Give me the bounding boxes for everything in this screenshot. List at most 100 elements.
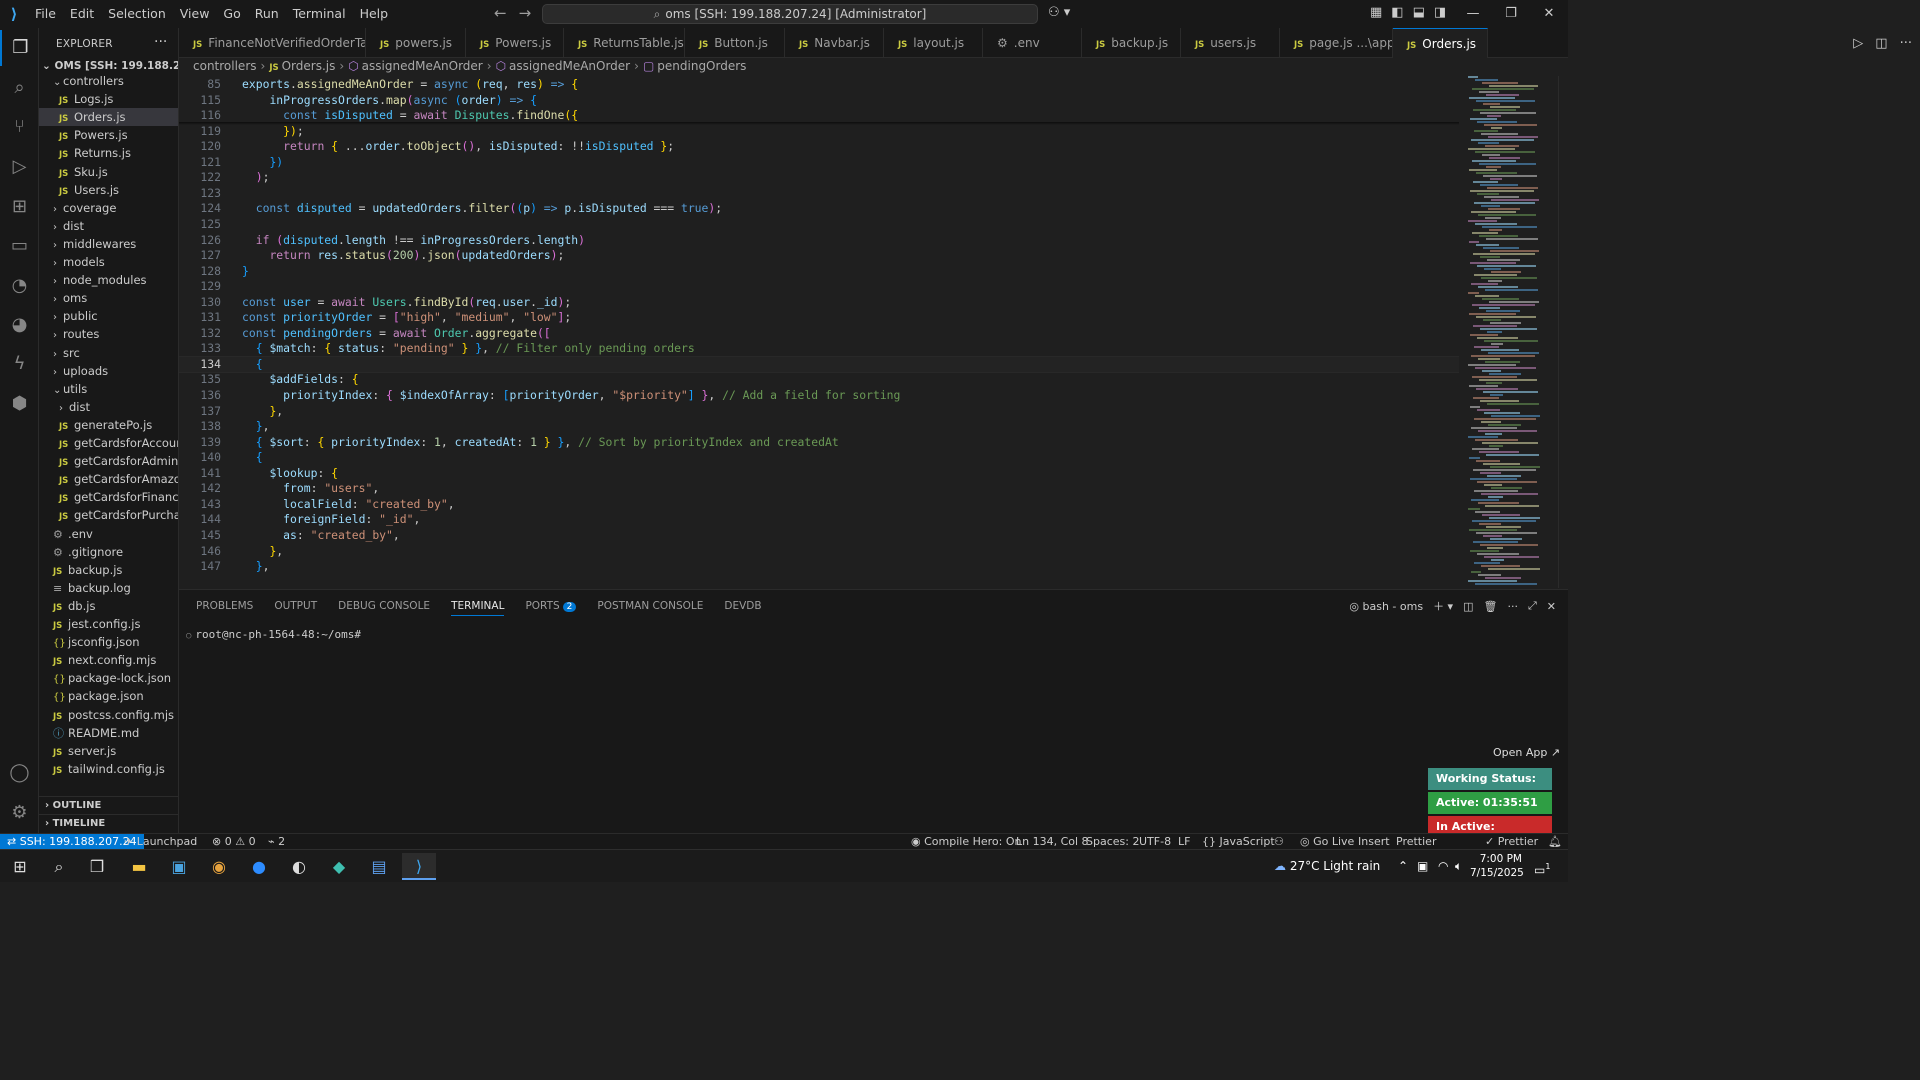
tree-file[interactable]: JS getCardsforAmazon.js bbox=[39, 470, 178, 488]
zoom-icon[interactable]: ● bbox=[242, 853, 276, 880]
code-line[interactable]: 129 bbox=[179, 279, 1459, 295]
tree-file[interactable]: JS getCardsforPurchasi... bbox=[39, 506, 178, 524]
code-line[interactable]: 119 }); bbox=[179, 124, 1459, 140]
language-mode[interactable]: {} JavaScript bbox=[1202, 834, 1275, 850]
code-line[interactable]: 125 bbox=[179, 217, 1459, 233]
menu-run[interactable]: Run bbox=[248, 0, 286, 28]
breadcrumb-segment[interactable]: ⬡ assignedMeAnOrder bbox=[496, 59, 631, 73]
panel-tab-ports[interactable]: PORTS 2 bbox=[525, 600, 577, 616]
outline-section[interactable]: › OUTLINE bbox=[39, 796, 178, 814]
remote-explorer-icon[interactable]: ▭ bbox=[0, 228, 39, 264]
prettier-status[interactable]: Prettier bbox=[1396, 834, 1436, 850]
tree-file[interactable]: JS Sku.js bbox=[39, 163, 178, 181]
toggle-panel-icon[interactable]: ⬓ bbox=[1413, 5, 1425, 20]
code-line[interactable]: 85 exports.assignedMeAnOrder = async (req… bbox=[179, 77, 1459, 93]
tree-file[interactable]: JS tailwind.config.js bbox=[39, 760, 178, 778]
code-line[interactable]: 120 return { ...order.toObject(), isDisp… bbox=[179, 139, 1459, 155]
toggle-sidebar-icon[interactable]: ◧ bbox=[1391, 5, 1403, 20]
editor-tab[interactable]: JS Powers.js bbox=[466, 28, 564, 58]
close-window-icon[interactable]: ✕ bbox=[1530, 0, 1568, 28]
code-line[interactable]: 132 const pendingOrders = await Order.agg… bbox=[179, 326, 1459, 342]
code-line[interactable]: 131 const priorityOrder = ["high", "mediu… bbox=[179, 310, 1459, 326]
settings-gear-icon[interactable]: ⚙ bbox=[0, 795, 39, 831]
open-app-link[interactable]: Open App ↗ bbox=[1493, 746, 1560, 759]
tree-file[interactable]: ⚙ .env bbox=[39, 525, 178, 543]
tree-file[interactable]: JS Returns.js bbox=[39, 144, 178, 162]
panel-tab-postman-console[interactable]: POSTMAN CONSOLE bbox=[597, 600, 703, 616]
tree-file[interactable]: JS backup.js bbox=[39, 561, 178, 579]
copilot-icon[interactable]: ⚇ ▾ bbox=[1048, 5, 1070, 20]
app-icon[interactable]: ◐ bbox=[282, 853, 316, 880]
file-explorer-icon[interactable]: ▬ bbox=[122, 853, 156, 880]
editor-tab[interactable]: JS page.js ...\app bbox=[1280, 28, 1393, 58]
editor-tab[interactable]: JS users.js bbox=[1181, 28, 1280, 58]
code-line[interactable]: 134 { bbox=[179, 355, 1459, 374]
tree-file[interactable]: {} package.json bbox=[39, 687, 178, 705]
editor-tab[interactable]: JS ReturnsTable.js bbox=[564, 28, 685, 58]
command-center[interactable]: ⌕ oms [SSH: 199.188.207.24] [Administrato… bbox=[542, 4, 1038, 24]
editor-tab[interactable]: JS backup.js bbox=[1082, 28, 1181, 58]
tree-folder[interactable]: › coverage bbox=[39, 199, 178, 217]
code-line[interactable]: 123 bbox=[179, 186, 1459, 202]
terminal-name[interactable]: ◎ bash - oms bbox=[1349, 600, 1423, 613]
taskbar-search-icon[interactable]: ⌕ bbox=[42, 853, 76, 880]
tree-file[interactable]: JS getCardsforFinance.js bbox=[39, 488, 178, 506]
menu-help[interactable]: Help bbox=[353, 0, 396, 28]
tree-file[interactable]: {} jsconfig.json bbox=[39, 633, 178, 651]
code-line[interactable]: 145 as: "created_by", bbox=[179, 528, 1459, 544]
back-arrow-icon[interactable]: ← bbox=[494, 4, 519, 22]
editor-tab[interactable]: ⚙ .env bbox=[983, 28, 1082, 58]
maximize-panel-icon[interactable]: ⤢ bbox=[1528, 599, 1537, 613]
editor-scrollbar[interactable] bbox=[1558, 76, 1568, 588]
menu-file[interactable]: File bbox=[28, 0, 63, 28]
code-line[interactable]: 128} bbox=[179, 264, 1459, 280]
postman-icon[interactable]: ◕ bbox=[0, 307, 39, 343]
windows-start-icon[interactable]: ⊞ bbox=[3, 853, 37, 880]
encoding[interactable]: UTF-8 bbox=[1139, 834, 1171, 850]
breadcrumb-segment[interactable]: ⬡ assignedMeAnOrder bbox=[348, 59, 483, 73]
toggle-secondary-sidebar-icon[interactable]: ◨ bbox=[1434, 5, 1446, 20]
code-line[interactable]: 142 from: "users", bbox=[179, 481, 1459, 497]
ports-count[interactable]: ⌁ 2 bbox=[268, 834, 285, 850]
volume-icon[interactable]: 🔈︎ bbox=[1455, 850, 1462, 883]
breadcrumb-segment[interactable]: controllers bbox=[193, 59, 257, 73]
code-line[interactable]: 121 }) bbox=[179, 155, 1459, 171]
compile-hero[interactable]: ◉ Compile Hero: On bbox=[911, 834, 1021, 850]
task-view-icon[interactable]: ❒ bbox=[80, 853, 114, 880]
tree-folder[interactable]: › dist bbox=[39, 217, 178, 235]
tree-folder[interactable]: › models bbox=[39, 253, 178, 271]
code-line[interactable]: 139 { $sort: { priorityIndex: 1, created… bbox=[179, 435, 1459, 451]
timeline-git-icon[interactable]: ◔ bbox=[0, 268, 39, 304]
copilot-status-icon[interactable]: ⚇ bbox=[1274, 834, 1284, 850]
code-editor[interactable]: 85 exports.assignedMeAnOrder = async (req… bbox=[179, 76, 1459, 588]
code-line[interactable]: 115 inProgressOrders.map(async (order) =… bbox=[179, 93, 1459, 109]
tree-folder[interactable]: › public bbox=[39, 307, 178, 325]
indentation[interactable]: Spaces: 2 bbox=[1086, 834, 1139, 850]
tree-file[interactable]: ⓘ README.md bbox=[39, 724, 178, 742]
panel-tab-output[interactable]: OUTPUT bbox=[274, 600, 317, 616]
minimize-icon[interactable]: — bbox=[1454, 0, 1492, 28]
kill-terminal-icon[interactable]: 🗑 bbox=[1484, 600, 1498, 613]
editor-tab[interactable]: JS layout.js bbox=[884, 28, 983, 58]
panel-tab-problems[interactable]: PROBLEMS bbox=[196, 600, 253, 616]
tree-file[interactable]: JS getCardsforAccount.js bbox=[39, 434, 178, 452]
tree-folder[interactable]: › middlewares bbox=[39, 235, 178, 253]
tree-folder[interactable]: › node_modules bbox=[39, 271, 178, 289]
menu-go[interactable]: Go bbox=[216, 0, 247, 28]
editor-tab[interactable]: JS FinanceNotVerifiedOrderTable.js bbox=[179, 28, 366, 58]
lightning-icon[interactable]: ϟ bbox=[0, 346, 39, 382]
go-live[interactable]: ◎ Go Live bbox=[1300, 834, 1354, 850]
customize-layout-icon[interactable]: ▦ bbox=[1370, 5, 1382, 20]
search-view-icon[interactable]: ⌕ bbox=[0, 70, 39, 106]
tree-folder[interactable]: ⌄ utils bbox=[39, 380, 178, 398]
notification-center[interactable]: ▭1 bbox=[1534, 850, 1550, 887]
code-line[interactable]: 143 localField: "created_by", bbox=[179, 497, 1459, 513]
tree-file[interactable]: JS server.js bbox=[39, 742, 178, 760]
tree-folder[interactable]: › oms bbox=[39, 289, 178, 307]
tree-file[interactable]: JS Users.js bbox=[39, 181, 178, 199]
editor-tab[interactable]: JSOrders.js✕ bbox=[1393, 28, 1488, 58]
code-line[interactable]: 136 priorityIndex: { $indexOfArray: [pri… bbox=[179, 388, 1459, 404]
new-terminal-icon[interactable]: ＋ ▾ bbox=[1433, 598, 1453, 614]
menu-selection[interactable]: Selection bbox=[101, 0, 173, 28]
tree-file[interactable]: JS db.js bbox=[39, 597, 178, 615]
